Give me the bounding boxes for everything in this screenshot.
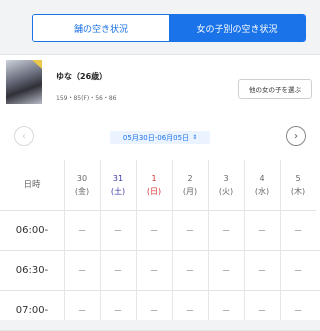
date-range-selector[interactable]: 05月30日-06月05日 ⇕: [110, 131, 210, 144]
day-weekday: (日): [146, 187, 162, 196]
time-column-header: 日時: [0, 160, 64, 211]
day-header: 2 (月): [172, 160, 208, 211]
profile-card: ゆな（26歳） 159・85(F)・56・86 他の女の子を選ぶ: [0, 54, 320, 112]
availability-cell: －: [77, 266, 87, 277]
availability-cell: －: [149, 226, 159, 237]
day-weekday: (火): [218, 187, 234, 196]
day-weekday: (金): [74, 187, 90, 196]
availability-cell: －: [77, 226, 87, 237]
avatar[interactable]: [6, 60, 42, 104]
day-date: 1: [151, 174, 157, 183]
schedule-table: 日時 30 (金) 31 (土) 1 (日) 2 (月) 3 (火) 4 (水) 5 (木) 06:00- －…: [0, 160, 320, 331]
day-header: 3 (火): [208, 160, 244, 211]
day-weekday: (月): [182, 187, 198, 196]
day-date: 3: [223, 174, 229, 183]
availability-cell: －: [185, 226, 195, 237]
date-range-label: 05月30日-06月05日: [122, 133, 190, 142]
choose-other-girl-button[interactable]: 他の女の子を選ぶ: [238, 79, 312, 99]
availability-cell: －: [185, 266, 195, 277]
availability-cell: －: [293, 226, 303, 237]
availability-cell: －: [149, 266, 159, 277]
availability-cell: －: [77, 306, 87, 317]
availability-cell: －: [221, 266, 231, 277]
tab-girl-availability[interactable]: 女の子別の空き状況: [169, 15, 305, 41]
availability-cell: －: [257, 226, 267, 237]
availability-cell: －: [113, 226, 123, 237]
day-weekday: (水): [254, 187, 270, 196]
availability-cell: －: [293, 306, 303, 317]
availability-cell: －: [221, 226, 231, 237]
availability-cell: －: [221, 306, 231, 317]
tab-shop-availability[interactable]: 舗の空き状況: [33, 15, 169, 41]
day-date: 4: [259, 174, 265, 183]
day-date: 2: [187, 174, 193, 183]
day-header: 4 (水): [244, 160, 280, 211]
availability-tabs: 舗の空き状況 女の子別の空き状況: [32, 14, 306, 42]
availability-cell: －: [185, 306, 195, 317]
chevron-left-icon[interactable]: ‹: [14, 126, 34, 146]
day-date: 5: [295, 174, 301, 183]
time-slot-label: 07:00-: [15, 304, 49, 316]
availability-cell: －: [113, 306, 123, 317]
schedule-row: 07:00- － － － － － － －: [0, 290, 320, 331]
profile-measurements: 159・85(F)・56・86: [56, 95, 117, 102]
availability-cell: －: [257, 306, 267, 317]
schedule-row: 06:30- － － － － － － －: [0, 250, 320, 291]
availability-cell: －: [257, 266, 267, 277]
new-badge-icon: [32, 60, 42, 69]
time-slot-label: 06:30-: [15, 264, 49, 276]
day-date: 31: [112, 174, 124, 183]
day-weekday: (土): [110, 187, 126, 196]
day-date: 30: [76, 174, 88, 183]
availability-cell: －: [113, 266, 123, 277]
chevron-right-icon[interactable]: ›: [286, 126, 306, 146]
schedule-row: 06:00- － － － － － － －: [0, 210, 320, 251]
availability-cell: －: [149, 306, 159, 317]
time-slot-label: 06:00-: [15, 224, 49, 236]
day-header: 30 (金): [64, 160, 100, 211]
day-header: 1 (日): [136, 160, 172, 211]
day-weekday: (木): [290, 187, 306, 196]
day-header: 31 (土): [100, 160, 136, 211]
profile-name: ゆな（26歳）: [56, 72, 108, 81]
day-header: 5 (木): [280, 160, 316, 211]
sort-arrows-icon: ⇕: [192, 134, 198, 141]
availability-cell: －: [293, 266, 303, 277]
week-navigation: ‹ 05月30日-06月05日 ⇕ ›: [0, 110, 320, 161]
